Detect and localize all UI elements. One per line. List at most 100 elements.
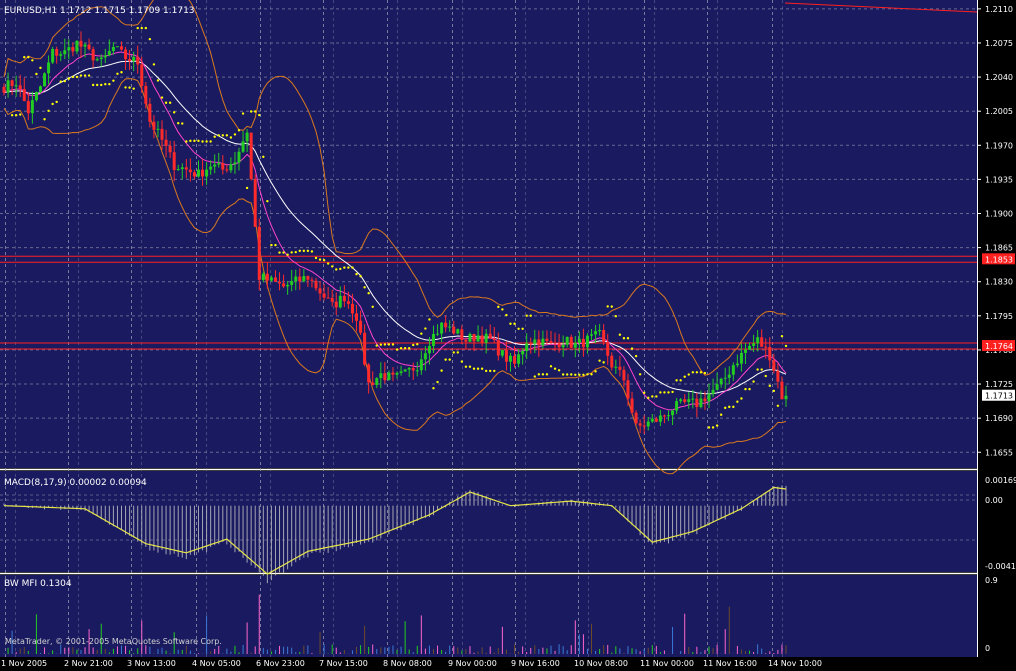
- candle-body[interactable]: [26, 101, 30, 114]
- candle-body[interactable]: [569, 336, 573, 348]
- candle-body[interactable]: [541, 338, 545, 346]
- candle-body[interactable]: [233, 162, 237, 165]
- candle-body[interactable]: [780, 381, 784, 400]
- candle-body[interactable]: [590, 334, 594, 336]
- candle-body[interactable]: [120, 46, 124, 50]
- candle-body[interactable]: [229, 164, 233, 171]
- candle-body[interactable]: [711, 389, 715, 394]
- candle-body[interactable]: [103, 55, 107, 58]
- candle-body[interactable]: [699, 398, 703, 408]
- candle-body[interactable]: [618, 366, 622, 370]
- candle-body[interactable]: [399, 371, 403, 373]
- candle-body[interactable]: [464, 340, 468, 342]
- candle-body[interactable]: [735, 363, 739, 366]
- candle-body[interactable]: [419, 359, 423, 371]
- candle-body[interactable]: [784, 395, 788, 400]
- candle-body[interactable]: [387, 372, 391, 381]
- candle-body[interactable]: [128, 59, 132, 62]
- candle-body[interactable]: [318, 288, 322, 294]
- candle-body[interactable]: [533, 339, 537, 344]
- candle-body[interactable]: [83, 44, 87, 47]
- candle-body[interactable]: [626, 380, 630, 399]
- candle-body[interactable]: [367, 364, 371, 383]
- candle-body[interactable]: [768, 347, 772, 361]
- candle-body[interactable]: [423, 353, 427, 360]
- candle-body[interactable]: [34, 91, 38, 101]
- candle-body[interactable]: [257, 226, 261, 280]
- candle-body[interactable]: [265, 273, 269, 281]
- candle-body[interactable]: [630, 398, 634, 413]
- candle-body[interactable]: [164, 139, 168, 146]
- candle-body[interactable]: [752, 343, 756, 346]
- candle-body[interactable]: [136, 56, 140, 65]
- candle-body[interactable]: [192, 172, 196, 177]
- candle-body[interactable]: [529, 343, 533, 345]
- candle-body[interactable]: [671, 410, 675, 416]
- candle-body[interactable]: [67, 47, 71, 51]
- candle-body[interactable]: [152, 121, 156, 130]
- candle-body[interactable]: [565, 336, 569, 345]
- candle-body[interactable]: [606, 341, 610, 356]
- candle-body[interactable]: [55, 49, 59, 56]
- candle-body[interactable]: [395, 372, 399, 375]
- candle-body[interactable]: [602, 330, 606, 342]
- candle-body[interactable]: [282, 283, 286, 287]
- candle-body[interactable]: [557, 343, 561, 348]
- candle-body[interactable]: [634, 412, 638, 424]
- candle-body[interactable]: [225, 169, 229, 171]
- candle-body[interactable]: [2, 86, 6, 93]
- candle-body[interactable]: [545, 338, 549, 342]
- candle-body[interactable]: [776, 370, 780, 382]
- candle-body[interactable]: [310, 279, 314, 281]
- candle-body[interactable]: [330, 297, 334, 302]
- candle-body[interactable]: [460, 329, 464, 341]
- candle-body[interactable]: [30, 100, 34, 114]
- candle-body[interactable]: [38, 86, 42, 92]
- candle-body[interactable]: [338, 295, 342, 308]
- candle-body[interactable]: [658, 415, 662, 422]
- candle-body[interactable]: [683, 399, 687, 402]
- candle-body[interactable]: [196, 169, 200, 177]
- candle-body[interactable]: [91, 49, 95, 61]
- candle-body[interactable]: [703, 398, 707, 402]
- candle-body[interactable]: [99, 57, 103, 60]
- candle-body[interactable]: [727, 374, 731, 378]
- candle-body[interactable]: [107, 51, 111, 56]
- candle-body[interactable]: [403, 369, 407, 372]
- candle-body[interactable]: [51, 49, 55, 63]
- candle-body[interactable]: [594, 331, 598, 335]
- candle-body[interactable]: [537, 339, 541, 346]
- candle-body[interactable]: [249, 132, 253, 180]
- candle-body[interactable]: [731, 365, 735, 375]
- candle-body[interactable]: [43, 73, 47, 87]
- candle-body[interactable]: [444, 322, 448, 328]
- candle-body[interactable]: [79, 40, 83, 47]
- candle-body[interactable]: [306, 276, 310, 280]
- candle-body[interactable]: [407, 367, 411, 370]
- candle-body[interactable]: [411, 367, 415, 371]
- candle-body[interactable]: [521, 351, 525, 355]
- candle-body[interactable]: [723, 377, 727, 379]
- candle-body[interactable]: [278, 281, 282, 284]
- candle-body[interactable]: [261, 273, 265, 280]
- candle-body[interactable]: [355, 313, 359, 321]
- candle-body[interactable]: [642, 425, 646, 427]
- candle-body[interactable]: [764, 346, 768, 348]
- candle-body[interactable]: [273, 277, 277, 282]
- candle-body[interactable]: [213, 164, 217, 167]
- candle-body[interactable]: [217, 163, 221, 165]
- candle-body[interactable]: [132, 56, 136, 62]
- candle-body[interactable]: [496, 340, 500, 356]
- candle-body[interactable]: [577, 338, 581, 343]
- candle-body[interactable]: [472, 333, 476, 342]
- candle-body[interactable]: [525, 343, 529, 352]
- candle-body[interactable]: [431, 333, 435, 347]
- candle-body[interactable]: [440, 322, 444, 334]
- candle-body[interactable]: [662, 415, 666, 417]
- candle-body[interactable]: [63, 50, 67, 55]
- candle-body[interactable]: [245, 132, 249, 142]
- candle-body[interactable]: [326, 297, 330, 299]
- candle-body[interactable]: [18, 85, 22, 90]
- candle-body[interactable]: [71, 47, 75, 52]
- candle-body[interactable]: [650, 418, 654, 422]
